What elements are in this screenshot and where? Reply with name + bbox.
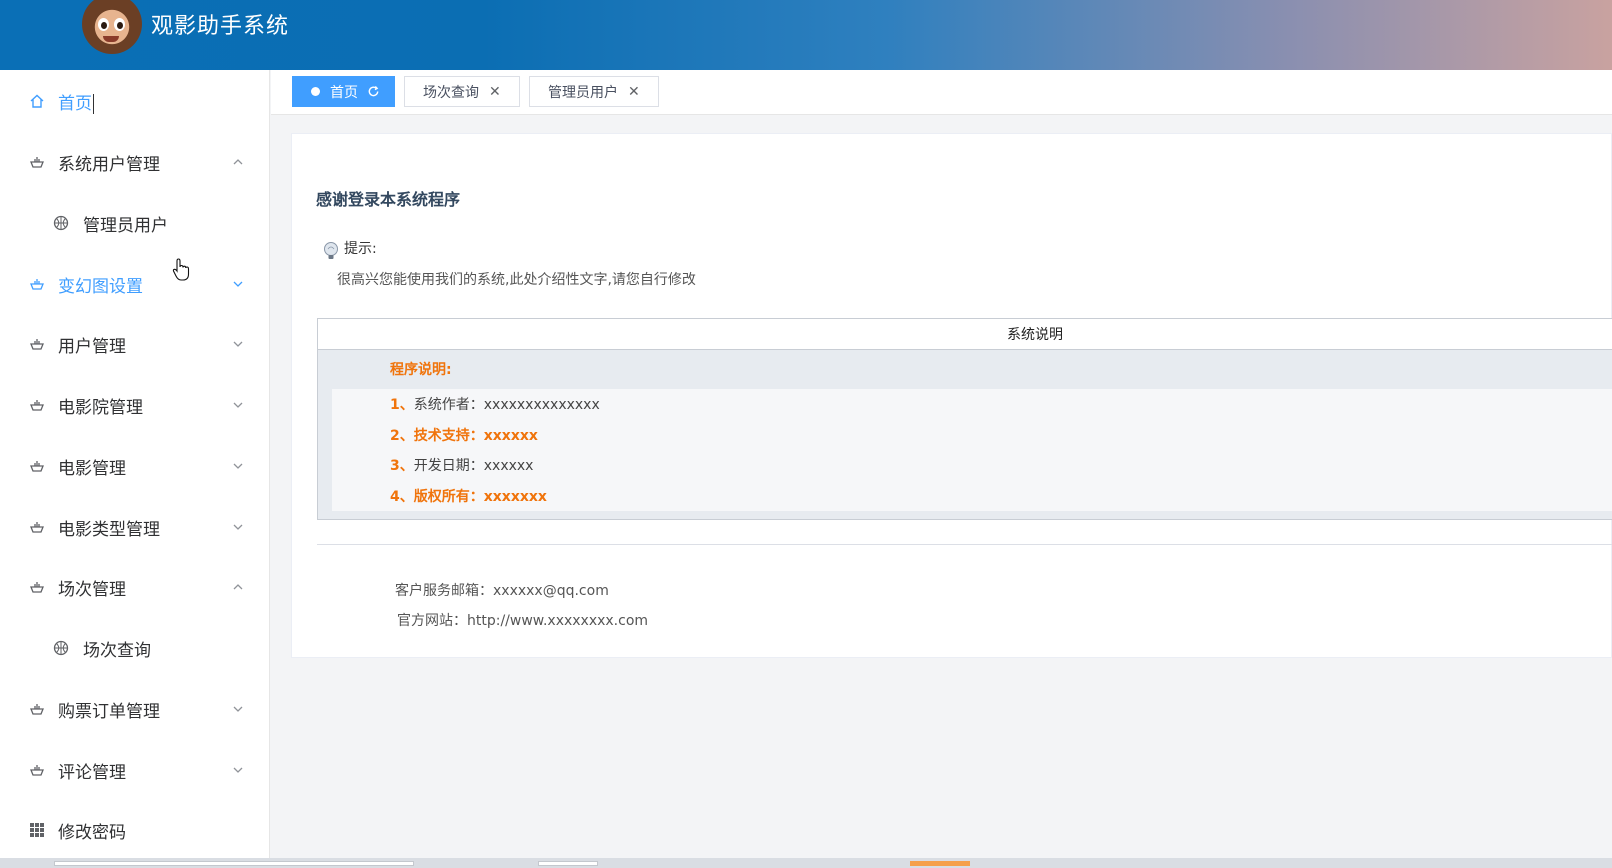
chevron-down-icon	[233, 341, 243, 347]
close-icon[interactable]: ✕	[628, 84, 640, 100]
chevron-down-icon	[233, 524, 243, 530]
sidebar-item-label: 电影院管理	[58, 397, 143, 418]
divider	[317, 544, 1612, 545]
avatar-eye	[114, 18, 125, 31]
avatar-eye	[98, 18, 109, 31]
official-website: 官方网站：http://www.xxxxxxxx.com	[397, 613, 649, 629]
page-title: 感谢登录本系统程序	[316, 190, 461, 209]
sidebar-item-label: 修改密码	[58, 822, 126, 843]
sidebar-item-change-password[interactable]: 修改密码	[0, 805, 270, 855]
sidebar-item-label: 首页	[58, 93, 94, 114]
chevron-down-icon	[233, 706, 243, 712]
app-title: 观影助手系统	[151, 14, 290, 39]
table-row: 2、 技术支持：xxxxxx	[332, 420, 1612, 451]
row-text: 技术支持：xxxxxx	[413, 427, 538, 444]
chevron-down-icon	[233, 463, 243, 469]
sidebar-item-label: 评论管理	[58, 762, 126, 783]
row-number: 3、	[390, 458, 414, 475]
sidebar-item-session-query[interactable]: 场次查询	[0, 623, 270, 673]
row-number: 4、	[390, 488, 414, 505]
table-row: 3、 开发日期：xxxxxx	[332, 450, 1612, 481]
sidebar-item-movie-management[interactable]: 电影管理	[0, 441, 270, 491]
row-number: 1、	[390, 397, 414, 414]
tip-label: 提示:	[344, 241, 377, 257]
sidebar-item-comment-management[interactable]: 评论管理	[0, 745, 270, 795]
sidebar-item-home[interactable]: 首页	[0, 76, 270, 126]
sidebar-item-label: 场次查询	[83, 640, 151, 661]
sidebar-item-label: 变幻图设置	[58, 276, 143, 297]
sidebar-item-label: 管理员用户	[83, 215, 168, 236]
avatar-mouth	[103, 36, 119, 42]
chevron-down-icon	[233, 281, 243, 287]
cup-icon	[30, 339, 44, 350]
cup-icon	[30, 704, 44, 715]
text-caret	[93, 93, 94, 114]
cup-icon	[30, 157, 44, 168]
tip-text: 很高兴您能使用我们的系统,此处介绍性文字,请您自行修改	[337, 272, 696, 288]
hand-cursor-icon	[172, 258, 190, 281]
sidebar-item-session-management[interactable]: 场次管理	[0, 562, 270, 612]
top-header: 观影助手系统	[0, 0, 1612, 70]
cup-icon	[30, 582, 44, 593]
sidebar-item-cinema-management[interactable]: 电影院管理	[0, 380, 270, 430]
tab-admin-users[interactable]: 管理员用户 ✕	[529, 76, 659, 107]
cup-icon	[30, 522, 44, 533]
chevron-up-icon	[233, 159, 243, 165]
tab-label: 场次查询	[423, 84, 479, 101]
chevron-down-icon	[233, 767, 243, 773]
table-row: 1、 系统作者：xxxxxxxxxxxxxx	[332, 389, 1612, 420]
bottom-highlight	[910, 861, 970, 866]
sidebar-item-system-users[interactable]: 系统用户管理	[0, 137, 270, 187]
home-icon	[30, 94, 44, 108]
chevron-down-icon	[233, 402, 243, 408]
sidebar: 首页 系统用户管理 管理员用户 变幻图设置 用户管理 电影院管理 电影管理 电影…	[0, 70, 270, 868]
sidebar-item-label: 购票订单管理	[58, 701, 160, 722]
sidebar-item-label: 系统用户管理	[58, 154, 160, 175]
sidebar-item-movie-type-management[interactable]: 电影类型管理	[0, 502, 270, 552]
cup-icon	[30, 461, 44, 472]
cup-icon	[30, 279, 44, 290]
sidebar-item-admin-users[interactable]: 管理员用户	[0, 198, 270, 248]
row-text: 开发日期：xxxxxx	[413, 458, 534, 475]
avatar	[82, 0, 142, 54]
tab-session-query[interactable]: 场次查询 ✕	[404, 76, 520, 107]
bottom-block	[538, 861, 598, 866]
table-header: 系统说明	[318, 319, 1612, 350]
tab-label: 首页	[330, 84, 358, 101]
basketball-icon	[53, 640, 69, 656]
grid-icon	[30, 823, 44, 837]
bottom-strip	[0, 858, 1612, 868]
program-title: 程序说明:	[390, 362, 452, 378]
system-info-table: 系统说明 程序说明: 1、 系统作者：xxxxxxxxxxxxxx 2、 技术支…	[317, 318, 1612, 520]
lightbulb-icon	[324, 242, 338, 259]
chevron-up-icon	[233, 584, 243, 590]
welcome-card: 感谢登录本系统程序 提示: 很高兴您能使用我们的系统,此处介绍性文字,请您自行修…	[291, 133, 1612, 658]
row-number: 2、	[390, 427, 414, 444]
sidebar-item-label: 场次管理	[58, 579, 126, 600]
close-icon[interactable]: ✕	[489, 84, 501, 100]
support-email: 客户服务邮箱：xxxxxx@qq.com	[395, 583, 609, 599]
sidebar-item-label: 用户管理	[58, 336, 126, 357]
info-rows: 1、 系统作者：xxxxxxxxxxxxxx 2、 技术支持：xxxxxx 3、…	[332, 389, 1612, 511]
sidebar-item-label: 电影管理	[58, 458, 126, 479]
refresh-icon[interactable]	[367, 85, 380, 98]
row-text: 系统作者：xxxxxxxxxxxxxx	[413, 397, 600, 414]
sidebar-item-label: 电影类型管理	[58, 519, 160, 540]
table-row: 4、 版权所有：xxxxxxx	[332, 481, 1612, 512]
cup-icon	[30, 400, 44, 411]
basketball-icon	[53, 215, 69, 231]
sidebar-item-user-management[interactable]: 用户管理	[0, 319, 270, 369]
tab-home[interactable]: 首页	[292, 76, 395, 107]
tab-label: 管理员用户	[548, 84, 618, 101]
sidebar-item-carousel-settings[interactable]: 变幻图设置	[0, 259, 270, 309]
sidebar-item-order-management[interactable]: 购票订单管理	[0, 684, 270, 734]
active-dot-icon	[311, 87, 320, 96]
bottom-block	[54, 861, 414, 866]
cup-icon	[30, 765, 44, 776]
tabs-bar: 首页 场次查询 ✕ 管理员用户 ✕	[271, 70, 1612, 115]
row-text: 版权所有：xxxxxxx	[413, 488, 547, 505]
